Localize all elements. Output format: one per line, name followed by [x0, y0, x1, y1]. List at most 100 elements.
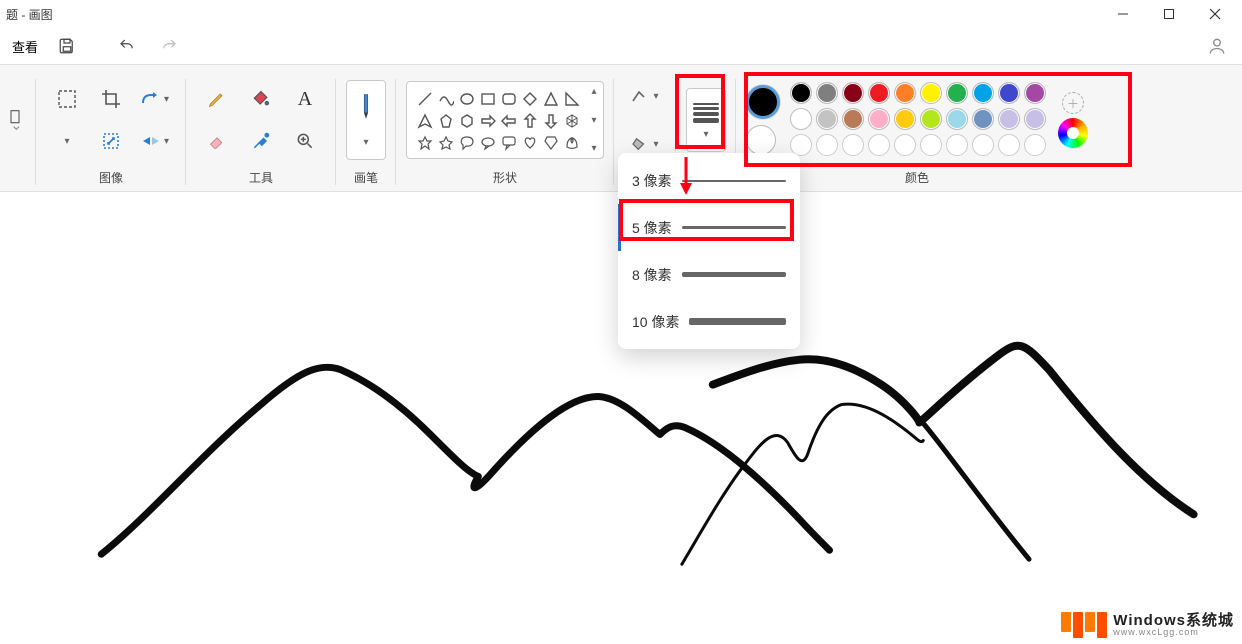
- eyedropper-tool[interactable]: [240, 121, 282, 161]
- color-swatch[interactable]: [946, 82, 968, 104]
- magnifier-tool[interactable]: [284, 121, 326, 161]
- gallery-scrollbar[interactable]: ▴ ▾ ▾: [587, 86, 601, 154]
- shape-item[interactable]: [436, 110, 456, 131]
- color-swatch[interactable]: [920, 108, 942, 130]
- shape-item[interactable]: [436, 88, 456, 109]
- group-image: ▾ ▾ ▾ 图像: [36, 71, 186, 191]
- redo-button[interactable]: [148, 30, 190, 62]
- paste-button[interactable]: [4, 100, 26, 140]
- resize-tool[interactable]: [90, 121, 132, 161]
- color-swatch[interactable]: [790, 82, 812, 104]
- group-label: 工具: [249, 169, 273, 191]
- shape-item[interactable]: [415, 132, 435, 153]
- brush-tool[interactable]: ▾: [346, 80, 386, 160]
- size-option-label: 8 像素: [632, 265, 672, 285]
- shape-item[interactable]: [457, 132, 477, 153]
- color-swatch[interactable]: [816, 108, 838, 130]
- shape-item[interactable]: [520, 132, 540, 153]
- color-2[interactable]: [746, 125, 776, 155]
- rotate-tool[interactable]: ▾: [134, 79, 176, 119]
- shape-item[interactable]: [415, 88, 435, 109]
- shape-item[interactable]: [562, 110, 582, 131]
- shapes-gallery[interactable]: ▴ ▾ ▾: [406, 81, 604, 159]
- select-tool[interactable]: [46, 79, 88, 119]
- color-swatch[interactable]: [920, 82, 942, 104]
- scroll-down-icon[interactable]: ▾: [587, 115, 601, 126]
- color-swatch[interactable]: [920, 134, 942, 156]
- edit-colors-button[interactable]: [1058, 118, 1088, 148]
- size-dropdown-button[interactable]: ▾: [686, 88, 726, 152]
- crop-tool[interactable]: [90, 79, 132, 119]
- color-swatch[interactable]: [1024, 134, 1046, 156]
- color-swatch[interactable]: [972, 134, 994, 156]
- color-swatch[interactable]: [946, 134, 968, 156]
- shape-item[interactable]: [541, 132, 561, 153]
- undo-button[interactable]: [106, 30, 148, 62]
- size-option[interactable]: 3 像素: [618, 157, 800, 204]
- shape-item[interactable]: [415, 110, 435, 131]
- minimize-button[interactable]: [1100, 0, 1146, 28]
- shape-item[interactable]: [457, 88, 477, 109]
- chevron-down-icon: ▾: [703, 129, 708, 140]
- scroll-up-icon[interactable]: ▴: [587, 86, 601, 97]
- eraser-tool[interactable]: [196, 121, 238, 161]
- shape-item[interactable]: [541, 88, 561, 109]
- color-swatch[interactable]: [972, 108, 994, 130]
- maximize-button[interactable]: [1146, 0, 1192, 28]
- account-icon[interactable]: [1196, 30, 1238, 62]
- group-clipboard: [4, 71, 36, 191]
- color-swatch[interactable]: [842, 134, 864, 156]
- flip-tool[interactable]: ▾: [134, 121, 176, 161]
- fill-tool[interactable]: [240, 79, 282, 119]
- shape-item[interactable]: [478, 88, 498, 109]
- color-swatch[interactable]: [894, 82, 916, 104]
- shape-item[interactable]: [499, 88, 519, 109]
- color-1[interactable]: [746, 85, 780, 119]
- view-menu[interactable]: 查看: [4, 30, 46, 62]
- color-swatch[interactable]: [842, 108, 864, 130]
- shape-item[interactable]: [562, 88, 582, 109]
- size-option[interactable]: 10 像素: [618, 298, 800, 345]
- shape-item[interactable]: [436, 132, 456, 153]
- add-color-button[interactable]: ＋: [1062, 92, 1084, 114]
- color-swatch[interactable]: [868, 108, 890, 130]
- scroll-expand-icon[interactable]: ▾: [587, 143, 601, 154]
- size-preview-bar: [689, 318, 786, 325]
- close-button[interactable]: [1192, 0, 1238, 28]
- shape-item[interactable]: [478, 110, 498, 131]
- color-swatch[interactable]: [816, 134, 838, 156]
- size-option-label: 5 像素: [632, 218, 672, 238]
- shape-item[interactable]: [499, 132, 519, 153]
- color-swatch[interactable]: [998, 108, 1020, 130]
- color-swatch[interactable]: [946, 108, 968, 130]
- color-swatch[interactable]: [868, 134, 890, 156]
- shape-item[interactable]: [562, 132, 582, 153]
- group-label: 画笔: [354, 169, 378, 191]
- select-dropdown[interactable]: ▾: [46, 121, 88, 161]
- chevron-down-icon: ▾: [164, 94, 169, 105]
- save-button[interactable]: [46, 30, 88, 62]
- color-swatch[interactable]: [790, 108, 812, 130]
- size-option[interactable]: 5 像素: [618, 204, 800, 251]
- color-swatch[interactable]: [998, 82, 1020, 104]
- color-swatch[interactable]: [868, 82, 890, 104]
- shape-item[interactable]: [478, 132, 498, 153]
- color-swatch[interactable]: [894, 108, 916, 130]
- color-swatch[interactable]: [894, 134, 916, 156]
- outline-dropdown[interactable]: ▾: [624, 76, 666, 116]
- color-swatch[interactable]: [1024, 82, 1046, 104]
- text-tool[interactable]: A: [284, 79, 326, 119]
- watermark-url: www.wxcLgg.com: [1113, 628, 1234, 637]
- color-swatch[interactable]: [842, 82, 864, 104]
- shape-item[interactable]: [520, 110, 540, 131]
- shape-item[interactable]: [520, 88, 540, 109]
- color-swatch[interactable]: [972, 82, 994, 104]
- size-option[interactable]: 8 像素: [618, 251, 800, 298]
- color-swatch[interactable]: [998, 134, 1020, 156]
- color-swatch[interactable]: [816, 82, 838, 104]
- shape-item[interactable]: [457, 110, 477, 131]
- color-swatch[interactable]: [1024, 108, 1046, 130]
- shape-item[interactable]: [499, 110, 519, 131]
- pencil-tool[interactable]: [196, 79, 238, 119]
- shape-item[interactable]: [541, 110, 561, 131]
